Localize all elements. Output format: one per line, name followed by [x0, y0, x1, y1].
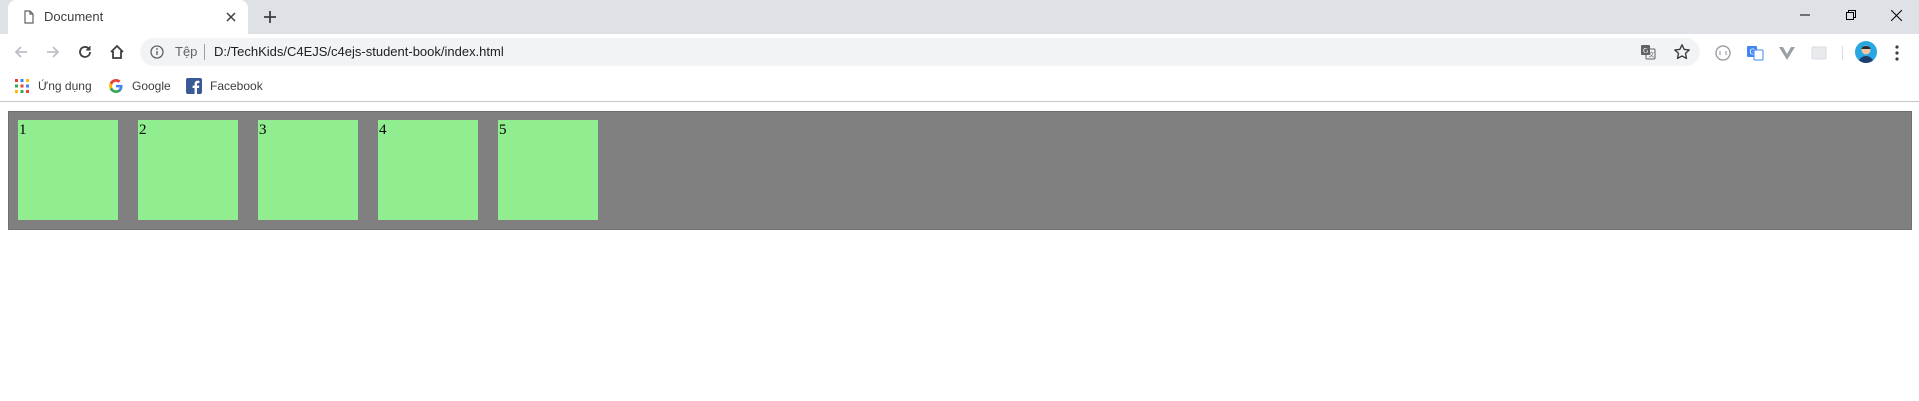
- restore-icon: [1846, 10, 1856, 20]
- google-icon: [109, 79, 123, 93]
- window-close-button[interactable]: [1873, 0, 1919, 30]
- facebook-icon: [186, 78, 202, 94]
- svg-text:文: 文: [1649, 51, 1655, 59]
- browser-toolbar: Tệp D:/TechKids/C4EJS/c4ejs-student-book…: [0, 34, 1919, 70]
- circle-extension-icon: [1715, 45, 1731, 61]
- vue-devtools-icon: [1779, 47, 1795, 60]
- bookmark-label: Google: [132, 79, 171, 93]
- tab-title: Document: [44, 9, 104, 24]
- menu-button[interactable]: [1889, 44, 1905, 62]
- home-icon: [110, 44, 124, 59]
- minimize-icon: [1800, 14, 1810, 16]
- restore-button[interactable]: [1828, 0, 1874, 30]
- page-content: 1 2 3 4 5: [0, 103, 1919, 401]
- profile-icon: [1858, 45, 1874, 63]
- address-divider: [204, 44, 205, 60]
- new-tab-icon[interactable]: [262, 9, 278, 25]
- more-vertical-icon: [1895, 45, 1899, 61]
- close-window-icon: [1890, 9, 1902, 21]
- extension-2[interactable]: G: [1746, 44, 1764, 62]
- arrow-right-icon: [47, 46, 60, 58]
- box-3: 3: [258, 120, 358, 220]
- url-text[interactable]: D:/TechKids/C4EJS/c4ejs-student-book/ind…: [214, 44, 504, 59]
- bookmark-label: Facebook: [210, 79, 263, 93]
- bookmark-facebook[interactable]: Facebook: [186, 74, 263, 98]
- flex-container: 1 2 3 4 5: [8, 111, 1912, 230]
- back-button[interactable]: [11, 42, 31, 62]
- extension-3[interactable]: [1778, 44, 1796, 62]
- info-icon[interactable]: [150, 45, 164, 59]
- extension-1[interactable]: [1714, 44, 1732, 62]
- reload-icon: [79, 46, 91, 58]
- home-button[interactable]: [107, 42, 127, 62]
- minimize-button[interactable]: [1782, 0, 1828, 30]
- bookmark-label: Ứng dụng: [38, 79, 92, 93]
- toolbar-divider: [1842, 46, 1843, 60]
- bookmark-apps[interactable]: Ứng dụng: [14, 74, 92, 98]
- tab-document[interactable]: Document: [8, 0, 248, 34]
- star-icon[interactable]: [1673, 43, 1691, 61]
- tab-strip: Document: [0, 0, 1919, 34]
- box-2: 2: [138, 120, 238, 220]
- box-1: 1: [18, 120, 118, 220]
- forward-button[interactable]: [43, 42, 63, 62]
- arrow-left-icon: [14, 46, 27, 58]
- translate-extension-icon: G: [1747, 46, 1764, 61]
- close-icon[interactable]: [224, 10, 238, 24]
- square-extension-icon: [1811, 46, 1827, 60]
- bookmarks-bar: Ứng dụng Google Facebook: [0, 70, 1919, 102]
- site-label: Tệp: [175, 44, 198, 59]
- apps-grid-icon: [15, 79, 29, 93]
- address-bar[interactable]: Tệp D:/TechKids/C4EJS/c4ejs-student-book…: [140, 38, 1700, 66]
- bookmark-google[interactable]: Google: [108, 74, 171, 98]
- box-5: 5: [498, 120, 598, 220]
- avatar[interactable]: [1855, 41, 1877, 63]
- box-4: 4: [378, 120, 478, 220]
- page-icon: [24, 10, 34, 24]
- reload-button[interactable]: [75, 42, 95, 62]
- translate-icon[interactable]: G 文: [1640, 44, 1656, 60]
- extension-4[interactable]: [1810, 44, 1828, 62]
